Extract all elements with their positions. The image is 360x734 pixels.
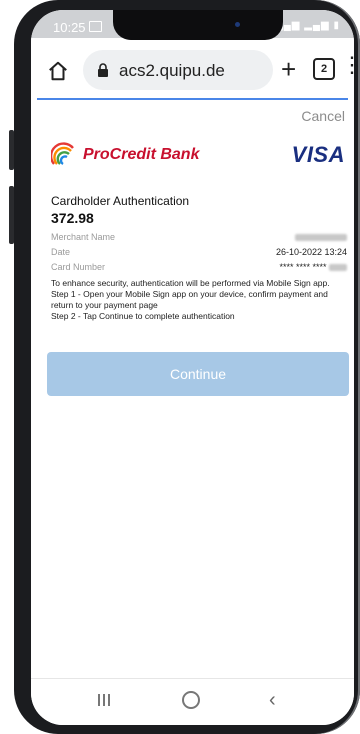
cancel-link[interactable]: Cancel: [301, 108, 345, 124]
phone-side-button: [9, 130, 14, 170]
instructions: To enhance security, authentication will…: [51, 278, 349, 322]
image-notification-icon: [89, 21, 102, 32]
merchant-label: Merchant Name: [51, 232, 116, 242]
page-load-progress: [37, 98, 348, 100]
card-mask: **** **** ****: [279, 262, 327, 272]
card-label: Card Number: [51, 262, 106, 272]
date-label: Date: [51, 247, 71, 257]
payment-amount: 372.98: [51, 210, 94, 226]
continue-button[interactable]: Continue: [47, 352, 349, 396]
phone-volume-button: [9, 186, 14, 244]
camera-notch: [113, 10, 283, 40]
visa-logo: VISA: [291, 142, 345, 167]
home-icon[interactable]: [47, 60, 69, 82]
recent-apps-icon[interactable]: [97, 693, 111, 707]
info-step-2: Step 2 - Tap Continue to complete authen…: [51, 311, 235, 321]
bank-name: ProCredit Bank: [83, 146, 200, 163]
url-text: acs2.quipu.de: [119, 61, 225, 80]
tab-switcher-button[interactable]: 2: [313, 58, 335, 80]
android-nav-bar: ‹: [31, 678, 354, 725]
info-step-1: Step 1 - Open your Mobile Sign app on yo…: [51, 289, 328, 310]
merchant-row: Merchant Name: [51, 232, 347, 242]
card-row: Card Number **** **** ****: [51, 262, 347, 272]
phone-screen: 10:25 ▂▄▆ ▂▄▆ ▮ acs2.quipu.de + 2 ⋮ Canc…: [31, 10, 354, 725]
page-title: Cardholder Authentication: [51, 194, 190, 208]
browser-toolbar: acs2.quipu.de + 2 ⋮: [31, 38, 354, 100]
home-button-icon[interactable]: [182, 691, 200, 709]
brand-logos: ProCredit Bank VISA: [51, 142, 344, 172]
back-icon[interactable]: ‹: [269, 689, 276, 712]
lock-icon: [98, 63, 108, 77]
procredit-logo-icon: [51, 142, 74, 166]
date-value: 26-10-2022 13:24: [275, 247, 347, 257]
new-tab-icon[interactable]: +: [281, 56, 296, 82]
camera-icon: [235, 22, 240, 27]
card-value: **** **** ****: [279, 262, 347, 272]
address-bar[interactable]: acs2.quipu.de: [83, 50, 273, 90]
status-time: 10:25: [53, 20, 86, 35]
signal-battery-icon: ▂▄▆ ▂▄▆ ▮: [275, 20, 340, 31]
more-menu-icon[interactable]: ⋮: [341, 54, 354, 76]
info-line: To enhance security, authentication will…: [51, 278, 330, 288]
merchant-value-redacted: [295, 232, 347, 242]
date-row: Date 26-10-2022 13:24: [51, 247, 347, 257]
